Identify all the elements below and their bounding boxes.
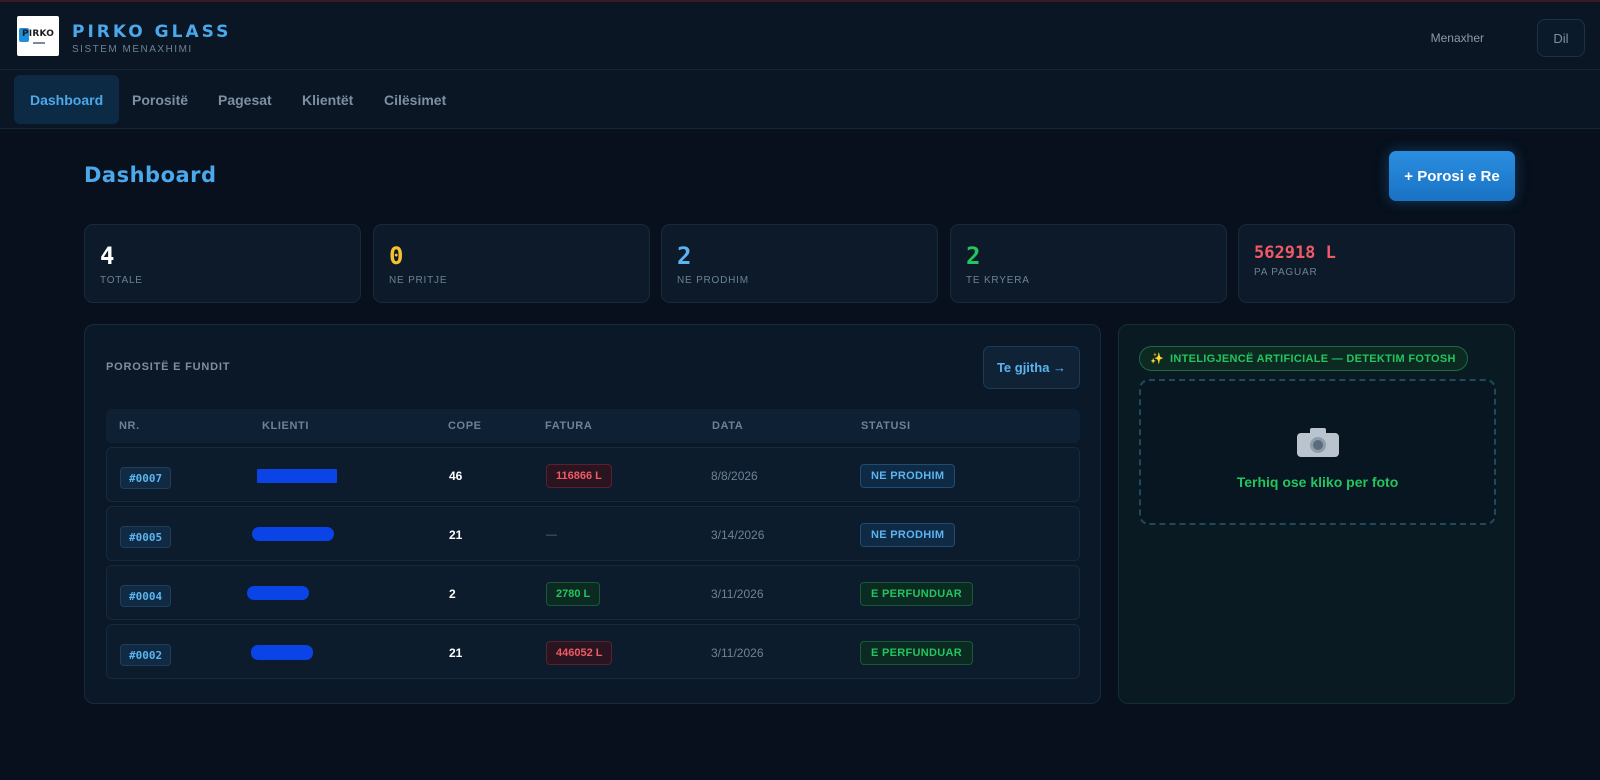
app-header: PIRKO PIRKO GLASS SISTEM MENAXHIMI Menax…	[0, 2, 1600, 70]
invoice-badge: 116866 L	[546, 464, 612, 488]
column-header: STATUSI	[861, 420, 911, 432]
view-all-button[interactable]: Te gjitha →	[983, 346, 1080, 389]
main-nav: Dashboard Porositë Pagesat Klientët Cilë…	[0, 70, 1600, 129]
tab-payments[interactable]: Pagesat	[202, 75, 288, 124]
dropzone-text: Terhiq ose kliko per foto	[1236, 474, 1399, 490]
new-order-button[interactable]: + Porosi e Re	[1389, 151, 1515, 201]
invoice-badge: 446052 L	[546, 641, 613, 665]
client-name-redacted	[252, 527, 334, 541]
table-row[interactable]: #0007 46 116866 L 8/8/2026 NE PRODHIM	[106, 447, 1080, 502]
brand-subtitle: SISTEM MENAXHIMI	[72, 44, 193, 55]
brand-logo[interactable]: PIRKO	[17, 16, 59, 56]
order-date: 3/11/2026	[711, 587, 764, 601]
column-header: KLIENTI	[262, 420, 309, 432]
status-badge: NE PRODHIM	[860, 464, 956, 488]
user-role: Menaxher	[1430, 31, 1484, 45]
language-button[interactable]: Dil	[1537, 19, 1585, 57]
ai-badge-label: INTELIGJENCË ARTIFICIALE — DETEKTIM FOTO…	[1170, 352, 1456, 365]
column-header: COPE	[448, 420, 482, 432]
column-header: DATA	[712, 420, 744, 432]
stat-value: 2	[677, 242, 692, 270]
order-quantity: 21	[449, 646, 463, 660]
brand-title: PIRKO GLASS	[72, 22, 232, 42]
stat-value: 562918 L	[1254, 243, 1336, 263]
ai-badge: ✨ INTELIGJENCË ARTIFICIALE — DETEKTIM FO…	[1139, 346, 1468, 371]
stat-label: PA PAGUAR	[1254, 267, 1318, 278]
logo-underline	[33, 42, 45, 44]
order-number[interactable]: #0007	[120, 467, 172, 489]
order-number[interactable]: #0005	[120, 526, 172, 548]
order-date: 3/11/2026	[711, 646, 764, 660]
stat-label: TOTALE	[100, 275, 143, 286]
logo-text: PIRKO	[22, 29, 55, 39]
client-name-redacted	[251, 645, 313, 660]
order-quantity: 2	[449, 587, 456, 601]
page-title: Dashboard	[84, 163, 217, 187]
stat-value: 4	[100, 242, 115, 270]
order-quantity: 46	[449, 469, 463, 483]
tab-settings[interactable]: Cilësimet	[368, 75, 462, 124]
table-row[interactable]: #0002 21 446052 L 3/11/2026 E PERFUNDUAR	[106, 624, 1080, 679]
panel-title: POROSITË E FUNDIT	[106, 361, 231, 373]
sparkles-icon: ✨	[1150, 353, 1164, 365]
status-badge: E PERFUNDUAR	[860, 582, 973, 606]
order-date: 8/8/2026	[711, 469, 758, 483]
table-header: NR. KLIENTI COPE FATURA DATA STATUSI	[106, 409, 1080, 443]
stat-label: NE PRITJE	[389, 275, 448, 286]
stat-card-unpaid: 562918 L PA PAGUAR	[1238, 224, 1515, 303]
stat-value: 0	[389, 242, 404, 270]
order-number[interactable]: #0004	[120, 585, 172, 607]
stat-card-completed: 2 TE KRYERA	[950, 224, 1227, 303]
tab-clients[interactable]: Klientët	[286, 75, 369, 124]
tab-dashboard[interactable]: Dashboard	[14, 75, 120, 124]
camera-icon	[1297, 427, 1339, 457]
client-name-redacted	[257, 469, 337, 483]
table-row[interactable]: #0004 2 2780 L 3/11/2026 E PERFUNDUAR	[106, 565, 1080, 620]
order-quantity: 21	[449, 528, 463, 542]
status-badge: NE PRODHIM	[860, 523, 956, 547]
tab-orders[interactable]: Porositë	[116, 75, 204, 124]
invoice-empty: —	[546, 529, 557, 541]
recent-orders-panel: POROSITË E FUNDIT Te gjitha → NR. KLIENT…	[84, 324, 1101, 704]
stat-card-pending: 0 NE PRITJE	[373, 224, 650, 303]
stat-label: TE KRYERA	[966, 275, 1030, 286]
ai-photo-panel: ✨ INTELIGJENCË ARTIFICIALE — DETEKTIM FO…	[1118, 324, 1515, 704]
table-row[interactable]: #0005 21 — 3/14/2026 NE PRODHIM	[106, 506, 1080, 561]
stat-value: 2	[966, 242, 981, 270]
client-name-redacted	[247, 586, 309, 600]
stat-label: NE PRODHIM	[677, 275, 749, 286]
invoice-badge: 2780 L	[546, 582, 601, 606]
status-badge: E PERFUNDUAR	[860, 641, 973, 665]
stat-card-total: 4 TOTALE	[84, 224, 361, 303]
photo-dropzone[interactable]: Terhiq ose kliko per foto	[1139, 379, 1496, 525]
order-number[interactable]: #0002	[120, 644, 172, 666]
column-header: FATURA	[545, 420, 593, 432]
stat-card-in-production: 2 NE PRODHIM	[661, 224, 938, 303]
column-header: NR.	[119, 420, 140, 432]
order-date: 3/14/2026	[711, 528, 765, 542]
